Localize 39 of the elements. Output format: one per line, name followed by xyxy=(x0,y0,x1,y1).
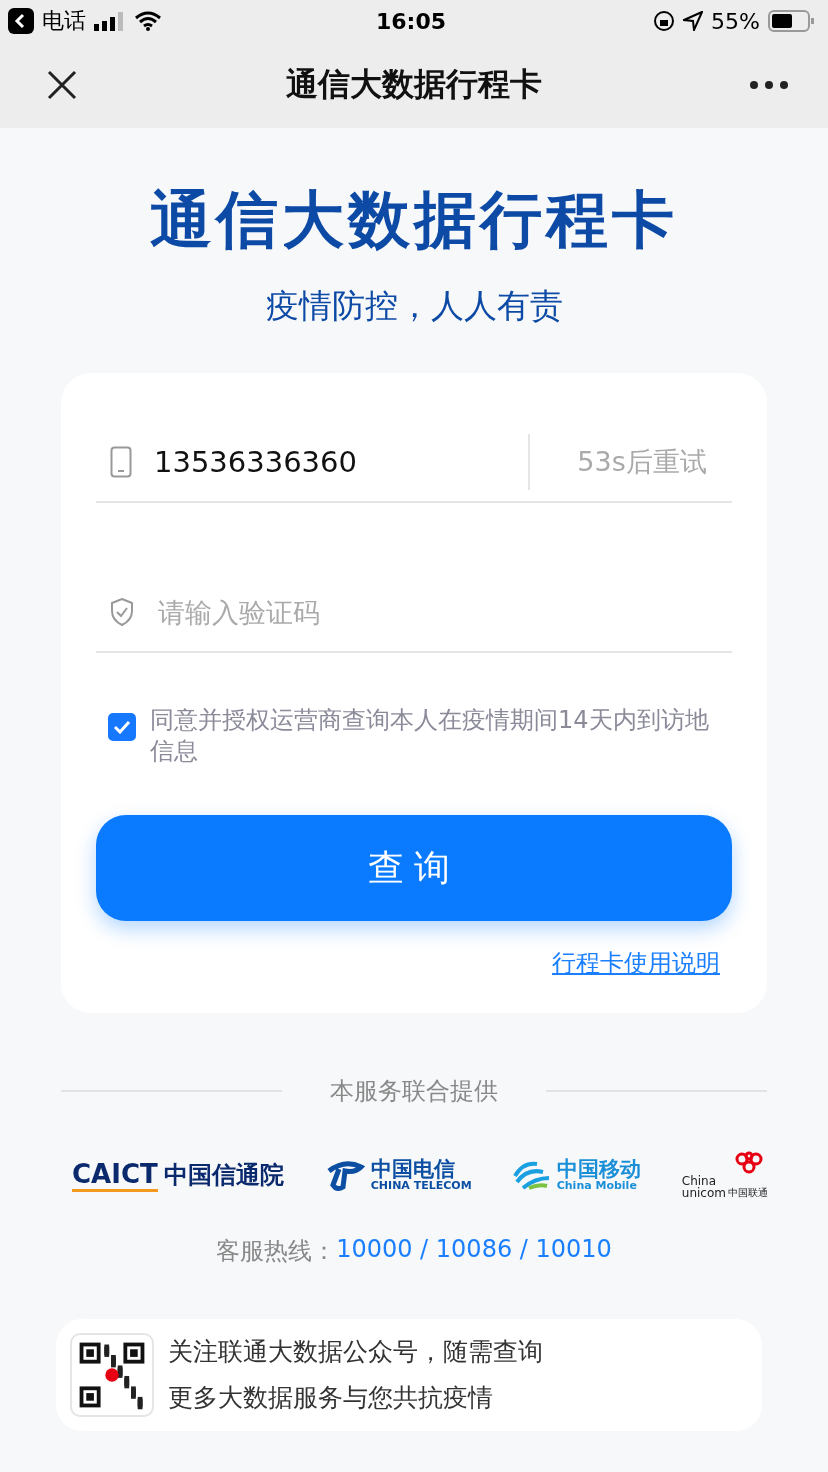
wifi-icon xyxy=(134,11,162,31)
mobile-english-name: China Mobile xyxy=(556,1180,637,1191)
battery-percent: 55% xyxy=(711,8,760,34)
phone-icon xyxy=(110,446,132,478)
telecom-english-name: CHINA TELECOM xyxy=(370,1180,472,1191)
status-time: 16:05 xyxy=(376,8,446,34)
slogan: 疫情防控，人人有责 xyxy=(265,285,563,327)
signal-icon xyxy=(94,11,126,31)
page-title: 通信大数据行程卡 xyxy=(150,182,678,258)
rotation-lock-icon xyxy=(653,10,676,32)
unicom-name: 中国联通 xyxy=(727,1188,768,1198)
telecom-name: 中国电信 xyxy=(370,1159,455,1180)
promo-text: 关注联通大数据公众号，随需查询 xyxy=(168,1337,543,1367)
hotline-label: 客服热线： xyxy=(216,1236,337,1267)
mobile-name: 中国移动 xyxy=(556,1159,641,1180)
check-icon xyxy=(113,720,131,734)
providers-label: 本服务联合提供 xyxy=(330,1076,498,1107)
caict-logo-text: CAICT xyxy=(72,1158,158,1192)
more-icon[interactable] xyxy=(750,81,788,89)
shield-icon xyxy=(110,598,134,626)
back-icon[interactable] xyxy=(8,8,34,34)
close-icon[interactable] xyxy=(46,69,78,101)
hotline-numbers[interactable]: 10000 / 10086 / 10010 xyxy=(336,1235,612,1267)
consent-checkbox[interactable] xyxy=(108,713,136,741)
guide-link[interactable]: 行程卡使用说明 xyxy=(552,947,720,979)
verification-code-field[interactable]: 请输入验证码 xyxy=(156,595,732,629)
query-button[interactable]: 查询 xyxy=(96,815,732,921)
phone-number-field[interactable]: 13536336360 xyxy=(154,445,357,479)
location-arrow-icon xyxy=(683,11,704,31)
qr-code-icon xyxy=(70,1333,154,1417)
promo-card[interactable]: 关注联通大数据公众号，随需查询 更多大数据服务与您共抗疫情 xyxy=(56,1319,762,1431)
unicom-english-name: unicom xyxy=(681,1187,726,1199)
nav-title: 通信大数据行程卡 xyxy=(286,64,542,105)
unicom-english-name: China xyxy=(681,1175,717,1187)
caict-name: 中国信通院 xyxy=(163,1160,284,1191)
battery-icon xyxy=(768,10,814,32)
promo-text: 更多大数据服务与您共抗疫情 xyxy=(168,1383,493,1413)
back-app-label[interactable]: 电话 xyxy=(42,6,86,36)
consent-text: 同意并授权运营商查询本人在疫情期间14天内到访地信息 xyxy=(150,705,710,767)
